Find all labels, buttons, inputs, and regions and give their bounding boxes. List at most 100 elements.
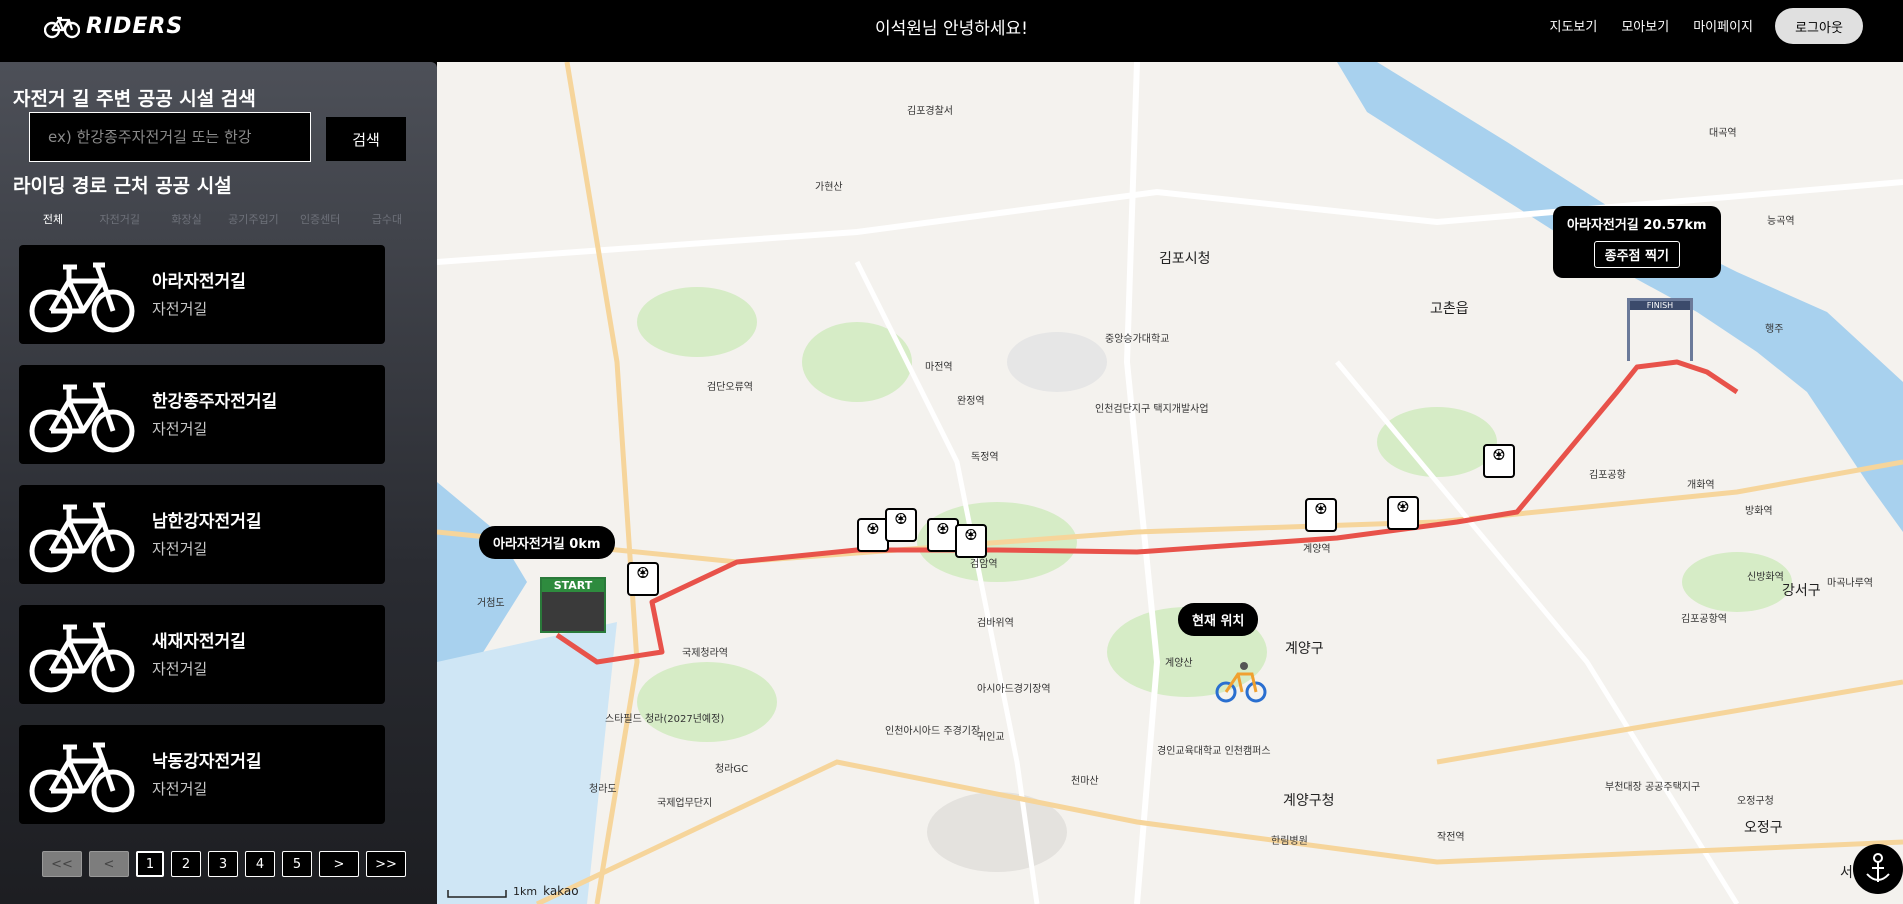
map-view[interactable]: 김포시청 고촌읍 계양구 계양구청 오정구 서구청 검암역 계양역 김포공항역 … (437, 62, 1903, 904)
map-label: 독정역 (971, 452, 999, 463)
restroom-marker-icon[interactable]: ♼ (955, 524, 987, 558)
search-input[interactable] (29, 112, 311, 162)
category-certification-center[interactable]: 인증센터 (287, 211, 353, 227)
pagination: << < 1 2 3 4 5 > >> (42, 851, 406, 877)
main-nav: 지도보기 모아보기 마이페이지 (1550, 16, 1754, 35)
map-label: 신방화역 (1747, 572, 1784, 583)
map-label: 능곡역 (1767, 216, 1795, 227)
restroom-marker-icon[interactable]: ♼ (1387, 496, 1419, 530)
map-label: 청라도 (589, 784, 617, 795)
nav-map-view[interactable]: 지도보기 (1550, 16, 1598, 35)
nav-collection[interactable]: 모아보기 (1621, 16, 1669, 35)
map-label: 거첨도 (477, 598, 505, 609)
sidebar-title: 자전거 길 주변 공공 시설 검색 (13, 88, 256, 110)
start-marker[interactable]: START (540, 577, 606, 633)
start-callout: 아라자전거길 0km (479, 526, 615, 559)
bicycle-icon (29, 622, 135, 693)
nearby-facilities-heading: 라이딩 경로 근처 공공 시설 (13, 175, 232, 197)
map-label: 개화역 (1687, 480, 1715, 491)
nav-my-page[interactable]: 마이페이지 (1693, 16, 1753, 35)
map-label: 국제청라역 (682, 648, 728, 659)
category-filter: 전체 자전거길 화장실 공기주입기 인증센터 급수대 (20, 211, 420, 227)
category-bike-path[interactable]: 자전거길 (87, 211, 153, 227)
bike-path-type: 자전거길 (152, 780, 208, 798)
map-label: 부천대장 공공주택지구 (1605, 782, 1701, 793)
map-label: 인천아시아드 주경기장 (885, 726, 981, 737)
sidebar: 자전거 길 주변 공공 시설 검색 검색 라이딩 경로 근처 공공 시설 전체 … (0, 62, 437, 904)
page-5-button[interactable]: 5 (282, 851, 312, 877)
bike-path-type: 자전거길 (152, 540, 208, 558)
map-label: 마곡나루역 (1827, 578, 1873, 589)
bike-path-name: 새재자전거길 (152, 632, 246, 652)
category-all[interactable]: 전체 (20, 211, 86, 227)
current-location-callout: 현재 위치 (1178, 603, 1259, 636)
scale-bar-icon (447, 890, 507, 898)
restroom-marker-icon[interactable]: ♼ (885, 508, 917, 542)
page-4-button[interactable]: 4 (245, 851, 275, 877)
map-label: 오정구 (1744, 820, 1783, 836)
page-first-button[interactable]: << (42, 851, 82, 877)
bike-path-type: 자전거길 (152, 300, 208, 318)
logout-button[interactable]: 로그아웃 (1775, 8, 1863, 44)
list-item[interactable]: 새재자전거길 자전거길 (19, 605, 385, 704)
category-restroom[interactable]: 화장실 (154, 211, 220, 227)
anchor-icon (1866, 853, 1890, 882)
compass-button[interactable] (1853, 844, 1903, 894)
map-label: 천마산 (1071, 776, 1099, 787)
map-brand: kakao (543, 884, 579, 898)
list-item[interactable]: 낙동강자전거길 자전거길 (19, 725, 385, 824)
map-label: 스타필드 청라(2027년예정) (605, 714, 725, 725)
page-3-button[interactable]: 3 (208, 851, 238, 877)
page-2-button[interactable]: 2 (171, 851, 201, 877)
map-label: 계양산 (1165, 658, 1193, 669)
map-label: 중앙승가대학교 (1105, 334, 1170, 345)
page-last-button[interactable]: >> (366, 851, 406, 877)
map-label: 한림병원 (1271, 836, 1308, 847)
bike-path-type: 자전거길 (152, 420, 208, 438)
map-label: 오정구청 (1737, 796, 1774, 807)
bike-path-name: 한강종주자전거길 (152, 392, 278, 412)
page-prev-button[interactable]: < (89, 851, 129, 877)
finish-callout-title: 아라자전거길 20.57km (1567, 218, 1707, 233)
bicycle-icon (29, 382, 135, 453)
map-label: 인천검단지구 택지개발사업 (1095, 404, 1209, 415)
bicycle-icon (29, 502, 135, 573)
map-label: 아시아드경기장역 (977, 684, 1051, 695)
category-water-fountain[interactable]: 급수대 (354, 211, 420, 227)
bike-path-name: 아라자전거길 (152, 272, 246, 292)
map-label: 청라GC (715, 764, 749, 775)
map-label: 계양역 (1303, 544, 1331, 555)
search-button[interactable]: 검색 (326, 117, 406, 161)
start-sign-label: START (542, 579, 604, 592)
finish-marker[interactable]: FINISH (1627, 298, 1693, 361)
map-label: 고촌읍 (1430, 301, 1469, 317)
restroom-marker-icon[interactable]: ♼ (627, 562, 659, 596)
map-label: 국제업무단지 (657, 798, 713, 809)
map-label: 완정역 (957, 396, 985, 407)
map-label: 행주 (1765, 324, 1784, 335)
map-label: 대곡역 (1709, 128, 1737, 139)
current-location-cyclist-icon[interactable] (1212, 660, 1272, 704)
map-label: 김포공항역 (1681, 614, 1727, 625)
map-label: 김포시청 (1159, 251, 1211, 267)
map-label: 가현산 (815, 182, 843, 193)
page-1-button[interactable]: 1 (136, 851, 164, 877)
map-label: 계양구청 (1283, 793, 1335, 809)
restroom-marker-icon[interactable]: ♼ (1483, 444, 1515, 478)
page-next-button[interactable]: > (319, 851, 359, 877)
restroom-marker-icon[interactable]: ♼ (1305, 498, 1337, 532)
map-label: 방화역 (1745, 506, 1773, 517)
list-item[interactable]: 아라자전거길 자전거길 (19, 245, 385, 344)
map-label: 김포경찰서 (907, 106, 953, 117)
category-air-pump[interactable]: 공기주입기 (220, 211, 286, 227)
bike-path-type: 자전거길 (152, 660, 208, 678)
map-label: 검바위역 (977, 618, 1014, 629)
map-label: 작전역 (1437, 832, 1465, 843)
bike-path-name: 남한강자전거길 (152, 512, 262, 532)
list-item[interactable]: 남한강자전거길 자전거길 (19, 485, 385, 584)
list-item[interactable]: 한강종주자전거길 자전거길 (19, 365, 385, 464)
bicycle-icon (29, 742, 135, 813)
finish-sign-label: FINISH (1630, 301, 1690, 310)
finish-stamp-button[interactable]: 종주점 찍기 (1593, 241, 1680, 268)
map-scale: 1km kakao (447, 884, 579, 898)
